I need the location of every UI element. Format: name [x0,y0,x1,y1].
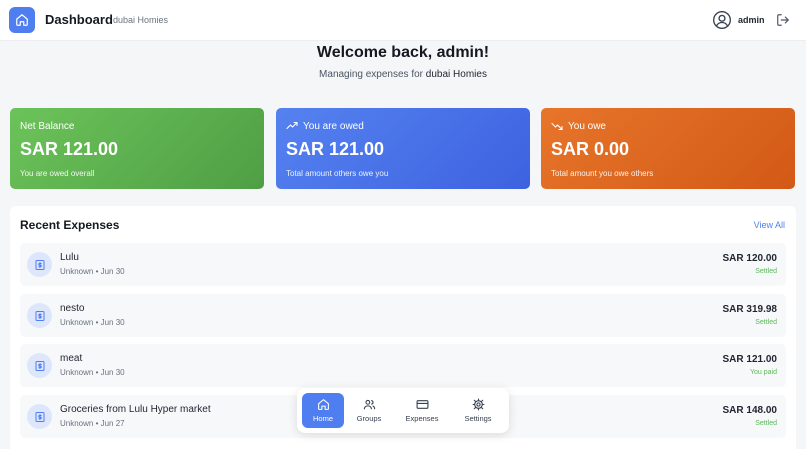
nav-groups[interactable]: Groups [349,393,389,428]
view-all-link[interactable]: View All [754,220,785,230]
you-owe-card: You owe SAR 0.00 Total amount you owe ot… [541,108,795,189]
net-balance-subtitle: You are owed overall [20,169,95,178]
expense-status: Settled [755,268,777,275]
expense-date: Jun 27 [100,419,125,428]
group-subtitle: dubai Homies [113,15,169,25]
welcome-heading: Welcome back, admin! [316,44,490,61]
expense-meta: Unknown • Jun 30 [60,368,125,377]
expense-payer: Unknown [60,368,94,377]
gear-icon [472,398,484,411]
nav-home-label: Home [312,414,333,423]
users-icon [363,399,375,410]
nav-expenses-label: Expenses [405,414,439,423]
you-owe-amount: SAR 0.00 [551,139,630,159]
expense-payer: Unknown [60,318,94,327]
receipt-icon [27,303,52,328]
user-menu[interactable]: admin [712,10,765,30]
expense-row[interactable]: Lulu Unknown • Jun 30 SAR 120.00 Settled [20,243,786,286]
expense-date: Jun 30 [100,267,125,276]
managing-group-name: dubai Homies [425,69,487,80]
page-title: Dashboard [45,12,113,27]
receipt-icon [27,252,52,277]
user-name: admin [738,15,765,25]
expense-status: Settled [755,420,777,427]
user-avatar-icon [713,11,731,29]
managing-text: Managing expenses for dubai Homies [0,69,806,80]
you-owe-title: You owe [568,120,606,132]
expense-meta: Unknown • Jun 30 [60,318,125,327]
expense-payer: Unknown [60,267,94,276]
expense-amount: SAR 120.00 [722,253,777,264]
bottom-nav: Home Groups Expenses Settings [297,388,509,433]
recent-expenses-title: Recent Expenses [20,218,120,232]
expense-name: meat [60,353,83,364]
you-owe-subtitle: Total amount you owe others [551,169,654,178]
home-logo-icon[interactable] [9,7,35,33]
expense-name: Lulu [60,252,79,263]
expense-row[interactable]: meat Unknown • Jun 30 SAR 121.00 You pai… [20,344,786,387]
expense-amount: SAR 148.00 [722,405,777,416]
expense-date: Jun 30 [100,318,125,327]
expense-date: Jun 30 [100,368,125,377]
nav-home[interactable]: Home [302,393,344,428]
you-are-owed-title: You are owed [303,120,364,132]
nav-expenses[interactable]: Expenses [397,393,447,428]
home-icon [317,399,329,410]
net-balance-amount: SAR 121.00 [20,139,119,159]
you-are-owed-card: You are owed SAR 121.00 Total amount oth… [276,108,530,189]
logout-icon[interactable] [776,13,790,27]
expense-amount: SAR 121.00 [722,354,777,365]
you-are-owed-amount: SAR 121.00 [286,139,385,159]
expense-meta: Unknown • Jun 27 [60,419,125,428]
expense-name: Groceries from Lulu Hyper market [60,404,211,415]
expense-name: nesto [60,303,85,314]
expense-status: You paid [750,369,777,376]
expense-row[interactable]: nesto Unknown • Jun 30 SAR 319.98 Settle… [20,294,786,337]
managing-prefix: Managing expenses for [319,69,424,80]
trending-up-icon [286,121,298,130]
receipt-icon [27,404,52,429]
you-are-owed-subtitle: Total amount others owe you [286,169,389,178]
expense-status: Settled [755,319,777,326]
nav-settings-label: Settings [464,414,492,423]
nav-groups-label: Groups [356,414,382,423]
expense-meta: Unknown • Jun 30 [60,267,125,276]
net-balance-title: Net Balance [20,120,75,132]
app-header: Dashboard dubai Homies admin [0,0,806,41]
expense-payer: Unknown [60,419,94,428]
credit-card-icon [416,400,428,409]
expense-amount: SAR 319.98 [722,304,777,315]
trending-down-icon [551,122,563,131]
nav-settings[interactable]: Settings [455,393,501,428]
net-balance-card: Net Balance SAR 121.00 You are owed over… [10,108,264,189]
receipt-icon [27,353,52,378]
